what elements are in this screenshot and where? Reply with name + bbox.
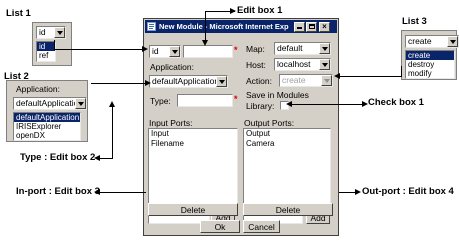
arrow-right-icon <box>145 80 151 86</box>
output-ports-list[interactable]: Output Camera <box>243 128 331 206</box>
connector-line <box>91 83 149 84</box>
dropdown-arrow-icon[interactable] <box>75 98 86 109</box>
list1-popup: id id ref <box>32 22 72 66</box>
list-item[interactable]: Input <box>149 129 237 139</box>
dropdown-arrow-icon[interactable] <box>321 75 332 86</box>
host-label: Host: <box>246 60 266 70</box>
host-select-value: localhost <box>277 59 311 69</box>
list1-select[interactable]: id <box>36 26 66 39</box>
list3-option[interactable]: create <box>406 51 454 60</box>
delete-outport-button[interactable]: Delete <box>243 203 333 216</box>
application-select-value: defaultApplication <box>152 76 216 86</box>
application-label: Application: <box>150 62 194 72</box>
list3-option[interactable]: destroy <box>406 60 454 69</box>
list2-option[interactable]: IRISExplorer <box>14 122 80 131</box>
host-select[interactable]: localhost <box>274 58 331 71</box>
connector-line <box>99 192 146 193</box>
required-mark: * <box>234 94 238 104</box>
dropdown-arrow-icon[interactable] <box>319 43 330 54</box>
map-select[interactable]: default <box>274 42 331 55</box>
close-icon[interactable]: × <box>319 21 330 32</box>
application-select[interactable]: defaultApplication <box>149 75 228 88</box>
list-item[interactable]: Output <box>244 129 330 139</box>
id-input[interactable] <box>183 45 233 58</box>
list3-popup: create create destroy modify <box>401 30 459 80</box>
connector-line <box>401 66 402 77</box>
library-label: Library: <box>246 101 275 111</box>
title-bar[interactable]: New Module - Microsoft Internet Explo...… <box>145 20 337 33</box>
connector-line <box>290 104 364 105</box>
map-select-value: default <box>277 43 303 53</box>
list3-select-value: create <box>408 36 432 46</box>
ie-page-icon <box>147 22 156 31</box>
list2-select-value: defaultApplication <box>16 98 75 108</box>
arrow-right-icon <box>362 101 368 107</box>
output-ports-label: Output Ports: <box>244 118 295 128</box>
action-label: Action: <box>246 76 272 86</box>
list1-select-value: id <box>39 27 46 37</box>
save-in-modules-label: Save in Modules <box>246 90 309 100</box>
required-mark: * <box>234 45 238 55</box>
dropdown-arrow-icon[interactable] <box>54 27 65 38</box>
dropdown-arrow-icon[interactable] <box>169 46 180 57</box>
list3-option[interactable]: modify <box>406 69 454 78</box>
edit-box2-annotation: Type : Edit box 2 <box>20 152 96 163</box>
action-select-value: create <box>282 75 306 85</box>
connector-line <box>54 49 146 50</box>
input-ports-list[interactable]: Input Filename <box>148 128 238 206</box>
list2-caption: Application: <box>16 84 60 94</box>
arrow-down-icon <box>202 40 208 46</box>
dropdown-arrow-icon[interactable] <box>216 76 227 87</box>
arrow-left-icon <box>286 101 292 107</box>
list3-select[interactable]: create <box>405 35 459 48</box>
action-select[interactable]: create <box>279 74 333 87</box>
map-label: Map: <box>246 44 265 54</box>
type-input[interactable] <box>177 94 233 107</box>
list2-select[interactable]: defaultApplication <box>13 97 87 110</box>
window-title: New Module - Microsoft Internet Explo... <box>159 22 289 31</box>
edit-box1-annotation: Edit box 1 <box>237 5 283 16</box>
edit-box4-annotation: Out-port : Edit box 4 <box>362 186 454 197</box>
arrow-right-icon <box>355 189 361 195</box>
check-box1-annotation: Check box 1 <box>368 97 424 108</box>
list1-option[interactable]: ref <box>37 51 55 60</box>
minimize-icon[interactable] <box>294 21 305 32</box>
type-label: Type: <box>150 96 171 106</box>
edit-box3-annotation: In-port : Edit box 3 <box>16 186 100 197</box>
list-item[interactable]: Filename <box>149 139 237 149</box>
id-select[interactable]: id <box>149 45 181 58</box>
list1-annotation: List 1 <box>6 8 31 19</box>
list1-option[interactable]: id <box>37 42 55 51</box>
connector-line <box>112 106 113 158</box>
arrow-left-icon <box>334 73 340 79</box>
cancel-button[interactable]: Cancel <box>243 220 280 233</box>
connector-line <box>339 76 401 77</box>
id-select-value: id <box>152 46 159 56</box>
list-item[interactable]: Camera <box>244 139 330 149</box>
dropdown-arrow-icon[interactable] <box>447 36 458 47</box>
list2-option[interactable]: defaultApplication <box>14 113 80 122</box>
arrow-left-icon <box>94 189 100 195</box>
maximize-icon[interactable] <box>306 21 317 32</box>
list3-options: create destroy modify <box>405 50 455 79</box>
ok-button[interactable]: Ok <box>200 220 240 233</box>
arrow-right-icon <box>142 46 148 52</box>
connector-line <box>98 158 113 159</box>
dropdown-arrow-icon[interactable] <box>319 59 330 70</box>
list2-popup: Application: defaultApplication defaultA… <box>6 80 88 142</box>
arrow-right-icon <box>230 8 236 14</box>
list2-options: defaultApplication IRISExplorer openDX <box>13 112 81 141</box>
delete-inport-button[interactable]: Delete <box>148 203 238 216</box>
list3-annotation: List 3 <box>402 16 427 27</box>
arrow-up-icon <box>109 101 115 107</box>
arrow-left-icon <box>94 155 100 161</box>
list1-options: id ref <box>36 41 56 62</box>
connector-line <box>205 11 206 43</box>
input-ports-label: Input Ports: <box>149 118 193 128</box>
list2-option[interactable]: openDX <box>14 131 80 140</box>
